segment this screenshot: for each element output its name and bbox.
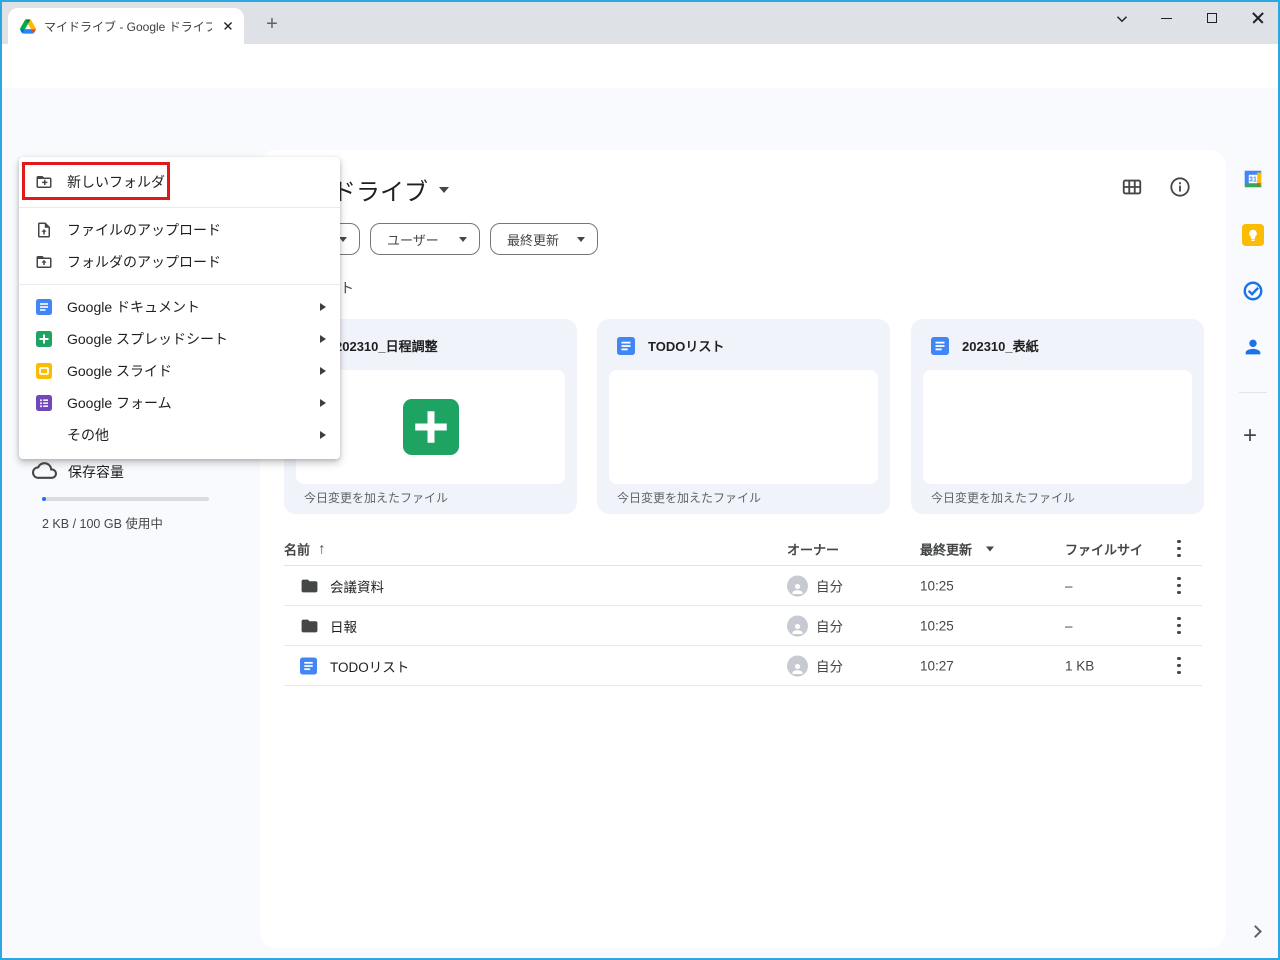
storage-label[interactable]: 保存容量 — [68, 462, 124, 482]
docs-icon — [36, 299, 52, 315]
file-name[interactable]: 会議資料 — [330, 576, 384, 596]
folder-icon — [300, 576, 319, 595]
table-header-row: 名前 ↑ オーナー 最終更新 ファイルサイ — [284, 532, 1202, 566]
storage-progress-fill — [42, 497, 46, 501]
forms-icon — [36, 395, 52, 411]
card-preview — [923, 370, 1192, 484]
docs-icon — [300, 657, 317, 674]
new-folder-icon — [35, 173, 53, 191]
file-size: 1 KB — [1065, 658, 1094, 673]
menu-divider — [19, 207, 340, 208]
new-tab-button[interactable]: + — [258, 10, 286, 38]
modified-time: 10:25 — [920, 578, 954, 593]
owner-avatar — [787, 655, 808, 676]
chevron-down-icon — [577, 237, 585, 242]
docs-icon — [617, 337, 635, 355]
file-name[interactable]: 日報 — [330, 616, 357, 636]
window-minimize-button[interactable] — [1144, 2, 1188, 34]
tab-search-chevron-icon[interactable] — [1108, 6, 1136, 32]
chevron-down-icon — [339, 237, 347, 242]
row-kebab-icon[interactable] — [1177, 577, 1181, 595]
submenu-arrow-icon — [320, 335, 326, 343]
table-row[interactable]: TODOリスト 自分 10:27 1 KB — [284, 646, 1202, 686]
owner-avatar — [787, 615, 808, 636]
menu-item-new-folder[interactable]: 新しいフォルダ — [19, 163, 340, 201]
file-upload-icon — [35, 221, 53, 239]
file-name[interactable]: TODOリスト — [330, 656, 409, 676]
submenu-arrow-icon — [320, 367, 326, 375]
tab-close-icon[interactable] — [220, 18, 236, 34]
submenu-arrow-icon — [320, 431, 326, 439]
menu-item-folder-upload[interactable]: フォルダのアップロード — [19, 246, 340, 278]
grid-view-toggle-icon[interactable] — [1121, 176, 1143, 198]
owner-avatar — [787, 575, 808, 596]
docs-icon — [931, 337, 949, 355]
menu-divider — [19, 284, 340, 285]
menu-item-more[interactable]: その他 — [19, 419, 340, 451]
card-preview — [609, 370, 878, 484]
rail-divider — [1239, 392, 1267, 393]
row-kebab-icon[interactable] — [1177, 657, 1181, 675]
table-row[interactable]: 日報 自分 10:25 – — [284, 606, 1202, 646]
window-maximize-button[interactable] — [1190, 2, 1234, 34]
tab-title: マイドライブ - Google ドライブ — [44, 18, 212, 35]
menu-item-google-slides[interactable]: Google スライド — [19, 355, 340, 387]
tasks-icon[interactable] — [1242, 280, 1264, 302]
folder-upload-icon — [35, 253, 53, 271]
owner-name: 自分 — [816, 576, 843, 596]
suggested-card[interactable]: TODOリスト 今日変更を加えたファイル — [597, 319, 890, 514]
new-menu: 新しいフォルダ ファイルのアップロード フォルダのアップロード Google ド… — [19, 157, 340, 459]
submenu-arrow-icon — [320, 303, 326, 311]
file-size: – — [1065, 618, 1073, 633]
sheets-logo-large-icon — [403, 399, 459, 455]
main-panel: マイドライブ ユーザー 最終更新 候補リスト 202310_日程調整 — [260, 150, 1226, 948]
owner-name: 自分 — [816, 656, 843, 676]
browser-tab[interactable]: マイドライブ - Google ドライブ — [8, 8, 244, 44]
column-header-owner[interactable]: オーナー — [787, 539, 839, 558]
storage-progress-bar — [42, 497, 209, 501]
chevron-down-icon — [459, 237, 467, 242]
drive-favicon — [20, 19, 36, 34]
storage-usage-text: 2 KB / 100 GB 使用中 — [42, 513, 163, 532]
contacts-icon[interactable] — [1242, 336, 1264, 358]
chevron-down-icon — [439, 187, 449, 193]
browser-window: ? — [0, 0, 1280, 960]
file-size: – — [1065, 578, 1073, 593]
suggested-card[interactable]: 202310_表紙 今日変更を加えたファイル — [911, 319, 1204, 514]
owner-name: 自分 — [816, 616, 843, 636]
filter-chip-modified[interactable]: 最終更新 — [490, 223, 598, 255]
column-header-modified[interactable]: 最終更新 — [920, 539, 994, 558]
drive-header: ドライブ ドライブで検索 ECCS Cloud Mail Information… — [2, 88, 1278, 150]
window-close-button[interactable] — [1236, 2, 1280, 34]
menu-item-google-docs[interactable]: Google ドキュメント — [19, 291, 340, 323]
submenu-arrow-icon — [320, 399, 326, 407]
table-row[interactable]: 会議資料 自分 10:25 – — [284, 566, 1202, 606]
cloud-storage-icon — [32, 458, 57, 483]
keep-icon[interactable] — [1242, 224, 1264, 246]
column-header-size[interactable]: ファイルサイ — [1065, 539, 1143, 558]
slides-icon — [36, 363, 52, 379]
sort-descending-caret-icon — [986, 546, 994, 551]
file-table: 名前 ↑ オーナー 最終更新 ファイルサイ 会議資料 自分 10:25 — [284, 532, 1202, 686]
modified-time: 10:25 — [920, 618, 954, 633]
info-icon[interactable] — [1169, 176, 1191, 198]
sheets-icon — [36, 331, 52, 347]
folder-icon — [300, 616, 319, 635]
column-header-name[interactable]: 名前 ↑ — [284, 539, 326, 558]
header-kebab-icon[interactable] — [1177, 540, 1181, 558]
tab-strip: マイドライブ - Google ドライブ + — [2, 2, 1278, 44]
menu-item-file-upload[interactable]: ファイルのアップロード — [19, 214, 340, 246]
filter-chip-user[interactable]: ユーザー — [370, 223, 480, 255]
modified-time: 10:27 — [920, 658, 954, 673]
get-addons-plus-button[interactable]: + — [1243, 422, 1257, 450]
menu-item-google-sheets[interactable]: Google スプレッドシート — [19, 323, 340, 355]
menu-item-google-forms[interactable]: Google フォーム — [19, 387, 340, 419]
sort-ascending-icon: ↑ — [318, 540, 326, 557]
browser-toolbar: drive.google.com/drive/my-drive U — [2, 44, 1278, 88]
calendar-icon[interactable] — [1242, 168, 1264, 190]
row-kebab-icon[interactable] — [1177, 617, 1181, 635]
